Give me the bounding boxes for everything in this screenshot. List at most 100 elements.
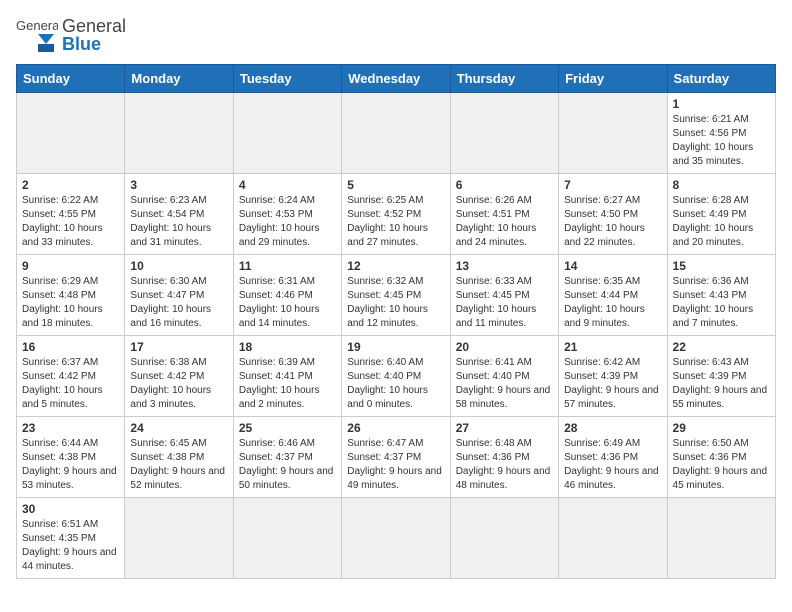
calendar-cell: 15Sunrise: 6:36 AM Sunset: 4:43 PM Dayli…: [667, 255, 775, 336]
day-number: 14: [564, 259, 661, 273]
calendar-cell: 21Sunrise: 6:42 AM Sunset: 4:39 PM Dayli…: [559, 336, 667, 417]
day-info: Sunrise: 6:48 AM Sunset: 4:36 PM Dayligh…: [456, 437, 553, 493]
day-number: 5: [347, 178, 444, 192]
day-info: Sunrise: 6:30 AM Sunset: 4:47 PM Dayligh…: [130, 275, 227, 331]
day-info: Sunrise: 6:31 AM Sunset: 4:46 PM Dayligh…: [239, 275, 336, 331]
calendar-cell: 17 Sunrise: 6:38 AM Sunset: 4:42 PM Dayli…: [125, 336, 233, 417]
calendar-cell: [233, 498, 341, 579]
day-info: Sunrise: 6:50 AM Sunset: 4:36 PM Dayligh…: [673, 437, 770, 493]
calendar-cell: 10 Sunrise: 6:30 AM Sunset: 4:47 PM Dayli…: [125, 255, 233, 336]
calendar-cell: 5Sunrise: 6:25 AM Sunset: 4:52 PM Daylig…: [342, 174, 450, 255]
calendar-cell: [233, 93, 341, 174]
day-info: Sunrise: 6:32 AM Sunset: 4:45 PM Dayligh…: [347, 275, 444, 331]
calendar-cell: 24 Sunrise: 6:45 AM Sunset: 4:38 PM Dayli…: [125, 417, 233, 498]
day-info: Sunrise: 6:33 AM Sunset: 4:45 PM Dayligh…: [456, 275, 553, 331]
logo-general-label: General: [62, 17, 126, 35]
day-number: 12: [347, 259, 444, 273]
calendar-cell: [667, 498, 775, 579]
calendar-week-row: 16 Sunrise: 6:37 AM Sunset: 4:42 PM Dayli…: [17, 336, 776, 417]
day-info: Sunrise: 6:35 AM Sunset: 4:44 PM Dayligh…: [564, 275, 661, 331]
calendar-cell: [125, 498, 233, 579]
calendar-cell: 8Sunrise: 6:28 AM Sunset: 4:49 PM Daylig…: [667, 174, 775, 255]
calendar-cell: [342, 93, 450, 174]
calendar-cell: 3 Sunrise: 6:23 AM Sunset: 4:54 PM Daylig…: [125, 174, 233, 255]
weekday-header: Sunday: [17, 65, 125, 93]
calendar-cell: [559, 93, 667, 174]
day-number: 17: [130, 340, 227, 354]
day-number: 18: [239, 340, 336, 354]
day-number: 20: [456, 340, 553, 354]
day-info: Sunrise: 6:22 AM Sunset: 4:55 PM Dayligh…: [22, 194, 119, 250]
day-info: Sunrise: 6:36 AM Sunset: 4:43 PM Dayligh…: [673, 275, 770, 331]
day-number: 30: [22, 502, 119, 516]
calendar-cell: 7Sunrise: 6:27 AM Sunset: 4:50 PM Daylig…: [559, 174, 667, 255]
day-number: 23: [22, 421, 119, 435]
day-info: Sunrise: 6:37 AM Sunset: 4:42 PM Dayligh…: [22, 356, 119, 412]
weekday-header: Friday: [559, 65, 667, 93]
calendar-table: SundayMondayTuesdayWednesdayThursdayFrid…: [16, 64, 776, 579]
day-info: Sunrise: 6:21 AM Sunset: 4:56 PM Dayligh…: [673, 113, 770, 169]
day-info: Sunrise: 6:27 AM Sunset: 4:50 PM Dayligh…: [564, 194, 661, 250]
calendar-cell: 12 Sunrise: 6:32 AM Sunset: 4:45 PM Dayli…: [342, 255, 450, 336]
calendar-cell: [342, 498, 450, 579]
day-number: 2: [22, 178, 119, 192]
calendar-cell: 6 Sunrise: 6:26 AM Sunset: 4:51 PM Daylig…: [450, 174, 558, 255]
day-info: Sunrise: 6:41 AM Sunset: 4:40 PM Dayligh…: [456, 356, 553, 412]
day-info: Sunrise: 6:45 AM Sunset: 4:38 PM Dayligh…: [130, 437, 227, 493]
day-number: 6: [456, 178, 553, 192]
day-number: 4: [239, 178, 336, 192]
calendar-cell: 25 Sunrise: 6:46 AM Sunset: 4:37 PM Dayli…: [233, 417, 341, 498]
svg-text:General: General: [16, 18, 58, 33]
day-info: Sunrise: 6:23 AM Sunset: 4:54 PM Dayligh…: [130, 194, 227, 250]
calendar-cell: 16 Sunrise: 6:37 AM Sunset: 4:42 PM Dayli…: [17, 336, 125, 417]
day-number: 24: [130, 421, 227, 435]
calendar-cell: 18 Sunrise: 6:39 AM Sunset: 4:41 PM Dayli…: [233, 336, 341, 417]
day-info: Sunrise: 6:47 AM Sunset: 4:37 PM Dayligh…: [347, 437, 444, 493]
day-info: Sunrise: 6:26 AM Sunset: 4:51 PM Dayligh…: [456, 194, 553, 250]
weekday-header: Saturday: [667, 65, 775, 93]
weekday-header: Tuesday: [233, 65, 341, 93]
calendar-cell: [450, 93, 558, 174]
calendar-body: 1 Sunrise: 6:21 AM Sunset: 4:56 PM Daylig…: [17, 93, 776, 579]
day-info: Sunrise: 6:42 AM Sunset: 4:39 PM Dayligh…: [564, 356, 661, 412]
calendar-cell: 20 Sunrise: 6:41 AM Sunset: 4:40 PM Dayli…: [450, 336, 558, 417]
calendar-cell: 23 Sunrise: 6:44 AM Sunset: 4:38 PM Dayli…: [17, 417, 125, 498]
day-number: 11: [239, 259, 336, 273]
logo-blue-label: Blue: [62, 35, 126, 53]
day-info: Sunrise: 6:29 AM Sunset: 4:48 PM Dayligh…: [22, 275, 119, 331]
day-info: Sunrise: 6:46 AM Sunset: 4:37 PM Dayligh…: [239, 437, 336, 493]
calendar-cell: 13 Sunrise: 6:33 AM Sunset: 4:45 PM Dayli…: [450, 255, 558, 336]
day-number: 19: [347, 340, 444, 354]
day-info: Sunrise: 6:44 AM Sunset: 4:38 PM Dayligh…: [22, 437, 119, 493]
calendar-cell: 4 Sunrise: 6:24 AM Sunset: 4:53 PM Daylig…: [233, 174, 341, 255]
day-info: Sunrise: 6:24 AM Sunset: 4:53 PM Dayligh…: [239, 194, 336, 250]
day-number: 8: [673, 178, 770, 192]
day-number: 3: [130, 178, 227, 192]
day-number: 29: [673, 421, 770, 435]
calendar-week-row: 30Sunrise: 6:51 AM Sunset: 4:35 PM Dayli…: [17, 498, 776, 579]
calendar-cell: [17, 93, 125, 174]
day-number: 22: [673, 340, 770, 354]
day-number: 25: [239, 421, 336, 435]
day-info: Sunrise: 6:38 AM Sunset: 4:42 PM Dayligh…: [130, 356, 227, 412]
calendar-header: SundayMondayTuesdayWednesdayThursdayFrid…: [17, 65, 776, 93]
calendar-week-row: 9 Sunrise: 6:29 AM Sunset: 4:48 PM Daylig…: [17, 255, 776, 336]
calendar-cell: 22Sunrise: 6:43 AM Sunset: 4:39 PM Dayli…: [667, 336, 775, 417]
weekday-header: Monday: [125, 65, 233, 93]
day-number: 9: [22, 259, 119, 273]
day-number: 1: [673, 97, 770, 111]
logo: GeneralGeneralBlue: [16, 16, 126, 54]
day-info: Sunrise: 6:49 AM Sunset: 4:36 PM Dayligh…: [564, 437, 661, 493]
calendar-week-row: 1 Sunrise: 6:21 AM Sunset: 4:56 PM Daylig…: [17, 93, 776, 174]
calendar-cell: 29 Sunrise: 6:50 AM Sunset: 4:36 PM Dayli…: [667, 417, 775, 498]
calendar-cell: 30Sunrise: 6:51 AM Sunset: 4:35 PM Dayli…: [17, 498, 125, 579]
day-number: 16: [22, 340, 119, 354]
day-number: 10: [130, 259, 227, 273]
weekday-header: Wednesday: [342, 65, 450, 93]
day-number: 13: [456, 259, 553, 273]
day-info: Sunrise: 6:39 AM Sunset: 4:41 PM Dayligh…: [239, 356, 336, 412]
calendar-cell: 9 Sunrise: 6:29 AM Sunset: 4:48 PM Daylig…: [17, 255, 125, 336]
calendar-cell: [559, 498, 667, 579]
calendar-cell: 2 Sunrise: 6:22 AM Sunset: 4:55 PM Daylig…: [17, 174, 125, 255]
logo-svg: General: [16, 16, 58, 54]
